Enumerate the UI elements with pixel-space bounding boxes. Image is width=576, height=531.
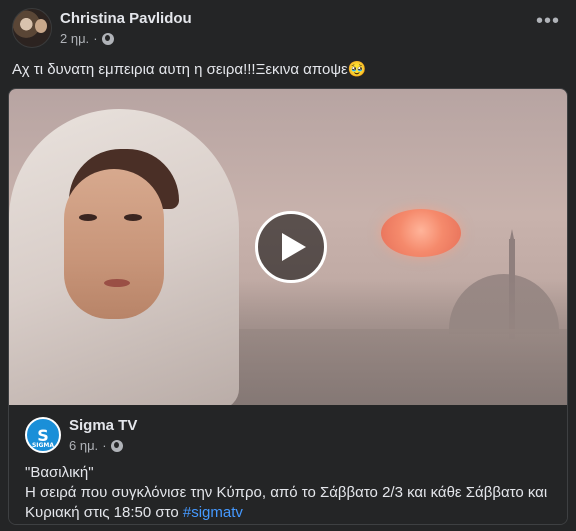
- shared-meta-separator: ·: [102, 438, 107, 453]
- hashtag-link[interactable]: #sigmatv: [183, 504, 243, 521]
- sunset-sun: [381, 209, 461, 257]
- post-time[interactable]: 2 ημ.: [60, 31, 89, 46]
- shared-post-meta: 6 ημ. ·: [69, 438, 123, 453]
- page-avatar[interactable]: S SIGMA: [25, 417, 61, 453]
- shared-post-info: S SIGMA Sigma TV 6 ημ. · "Βασιλική" Η σε…: [9, 405, 567, 524]
- shared-post-text: "Βασιλική" Η σειρά που συγκλόνισε την Κύ…: [25, 463, 555, 523]
- globe-icon[interactable]: [101, 32, 114, 45]
- video-thumbnail[interactable]: [9, 89, 567, 405]
- sigma-logo-caption: SIGMA: [31, 442, 55, 449]
- shared-post-body-text: Η σειρά που συγκλόνισε την Κύπρο, από το…: [25, 484, 548, 521]
- play-button[interactable]: [255, 211, 327, 283]
- post-meta: 2 ημ. ·: [60, 31, 114, 46]
- play-icon: [281, 233, 306, 261]
- author-name[interactable]: Christina Pavlidou: [60, 10, 192, 27]
- woman-in-headscarf: [9, 109, 259, 405]
- more-options-icon[interactable]: •••: [536, 11, 560, 31]
- meta-separator: ·: [93, 31, 98, 46]
- shared-post-card[interactable]: S SIGMA Sigma TV 6 ημ. · "Βασιλική" Η σε…: [8, 88, 568, 525]
- shared-post-body: Η σειρά που συγκλόνισε την Κύπρο, από το…: [25, 483, 555, 523]
- post-text: Αχ τι δυνατη εμπειρια αυτη η σειρα!!!Ξεκ…: [12, 61, 367, 78]
- page-name[interactable]: Sigma TV: [69, 417, 137, 434]
- post-header: Christina Pavlidou 2 ημ. · •••: [12, 8, 564, 52]
- shared-post-time[interactable]: 6 ημ.: [69, 438, 98, 453]
- globe-icon[interactable]: [110, 439, 123, 452]
- shared-post-title: "Βασιλική": [25, 464, 94, 481]
- author-avatar[interactable]: [12, 8, 52, 48]
